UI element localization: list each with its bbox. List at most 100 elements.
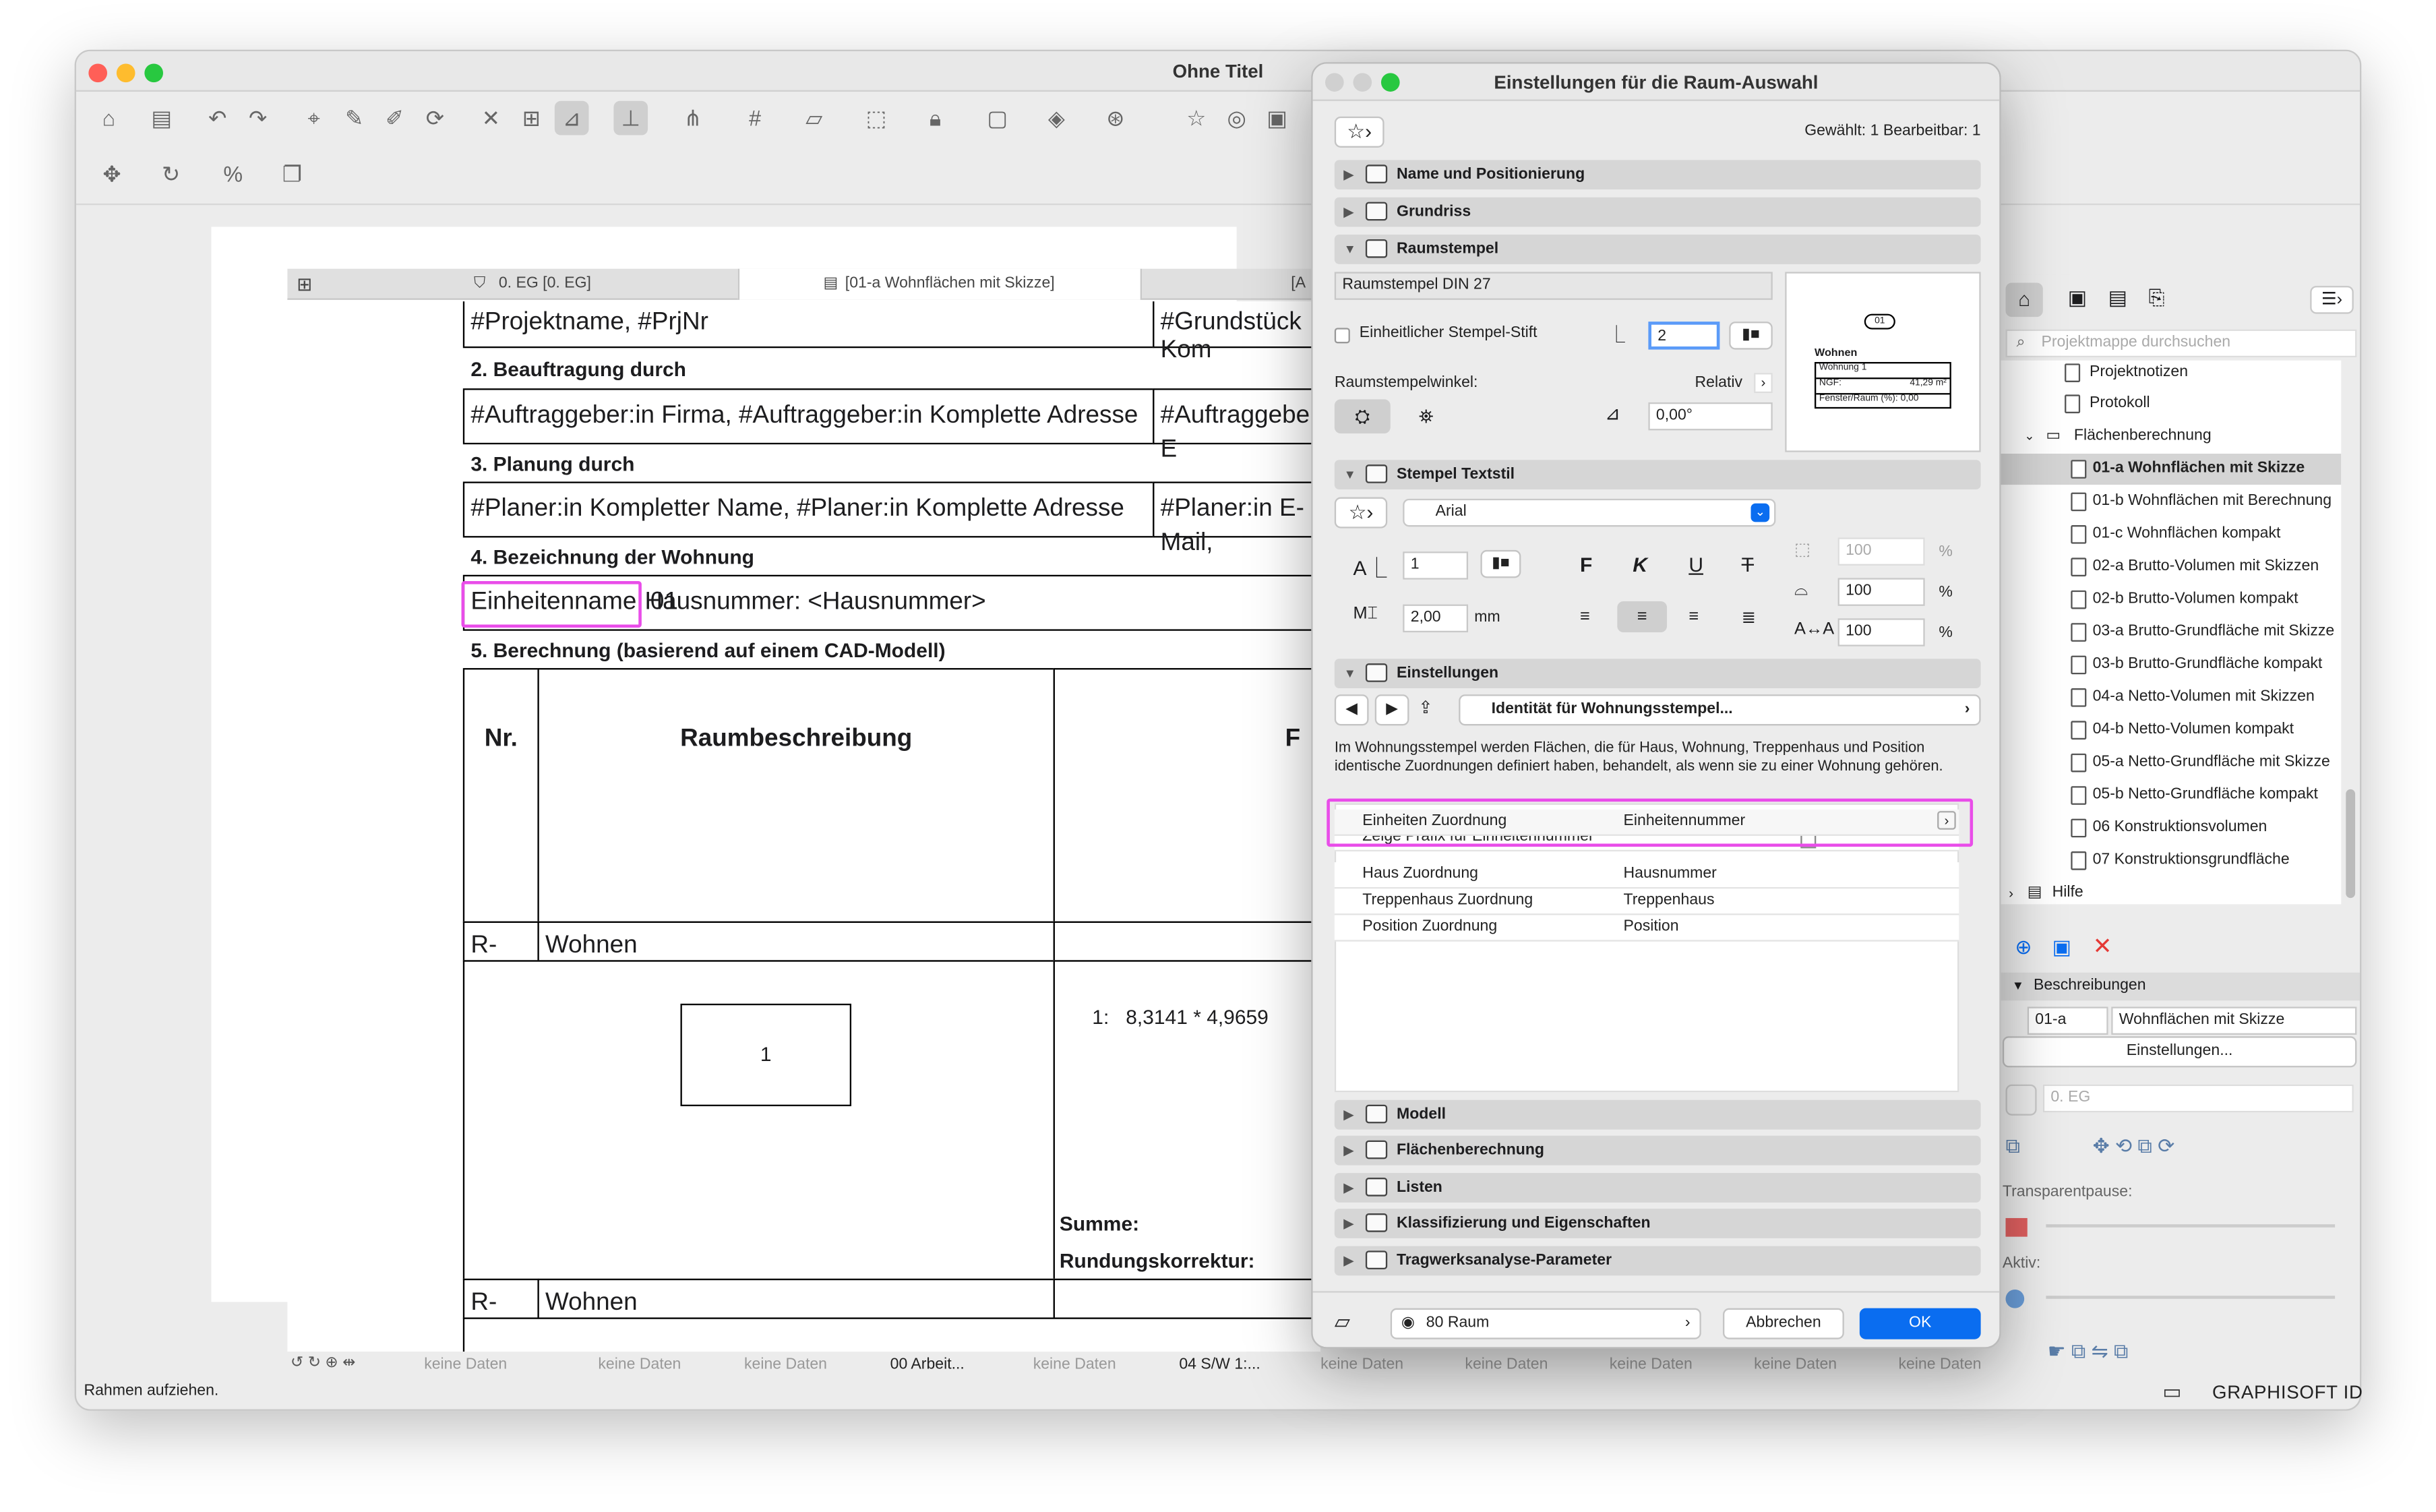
- graphic-override-icon[interactable]: ⊛: [1098, 101, 1132, 135]
- save-icon[interactable]: ▤: [144, 101, 179, 135]
- tree-item[interactable]: 03-a Brutto-Grundfläche mit Skizze: [1999, 617, 2341, 648]
- pen-color-button[interactable]: ▮■: [1729, 322, 1773, 350]
- layout-toggle-icon[interactable]: [2005, 1084, 2037, 1116]
- desc-id-field[interactable]: 01-a: [2027, 1006, 2108, 1035]
- bottom-tools-icon[interactable]: ☛ ⧉ ⇋ ⧉: [2048, 1339, 2129, 1364]
- lock-icon[interactable]: 🔒︎: [918, 101, 952, 135]
- angle-mode[interactable]: Relativ: [1695, 374, 1742, 391]
- tree-item[interactable]: 06 Konstruktionsvolumen: [1999, 812, 2341, 843]
- rotate-icon[interactable]: ⟳: [418, 101, 452, 135]
- 3d-view-icon[interactable]: ◎: [1219, 101, 1254, 135]
- slant-input[interactable]: 100: [1837, 537, 1925, 566]
- syringe-icon[interactable]: ✐: [377, 101, 412, 135]
- section-name-positioning[interactable]: ▶ Name und Positionierung: [1334, 160, 1981, 190]
- status-item[interactable]: 04 S/W 1:...: [1179, 1356, 1260, 1373]
- move-icon[interactable]: ✥: [95, 157, 129, 191]
- status-item[interactable]: keine Daten: [1465, 1356, 1548, 1373]
- tree-item[interactable]: 05-a Netto-Grundfläche mit Skizze: [1999, 748, 2341, 779]
- layer-icon[interactable]: ▢: [980, 101, 1014, 135]
- move-trace-icon[interactable]: ✥ ⟲ ⧉ ⟳: [2093, 1135, 2175, 1159]
- status-item[interactable]: keine Daten: [424, 1356, 507, 1373]
- story-field[interactable]: 0. EG: [2042, 1084, 2354, 1113]
- text-pen-input[interactable]: 1: [1403, 551, 1469, 580]
- desc-name-field[interactable]: Wohnflächen mit Skizze: [2111, 1006, 2357, 1035]
- pipette-icon[interactable]: ✎: [337, 101, 371, 135]
- chevron-right-icon[interactable]: ›: [2009, 878, 2013, 904]
- italic-button[interactable]: K: [1633, 553, 1647, 577]
- project-map-icon[interactable]: ⌂: [2005, 282, 2043, 317]
- tree-item[interactable]: 07 Konstruktionsgrundfläche: [1999, 845, 2341, 876]
- status-item[interactable]: keine Daten: [744, 1356, 827, 1373]
- prev-page-button[interactable]: ◀: [1334, 694, 1369, 726]
- section-modell[interactable]: ▶ Modell: [1334, 1099, 1981, 1130]
- tree-item[interactable]: 05-b Netto-Grundfläche kompakt: [1999, 780, 2341, 811]
- override-icon[interactable]: ◈: [1039, 101, 1074, 135]
- row-position[interactable]: Position Zuordnung Position: [1334, 915, 1959, 942]
- desc-header[interactable]: ▼ Beschreibungen: [1999, 972, 2360, 1001]
- width-input[interactable]: 100: [1837, 578, 1925, 606]
- layout-icon[interactable]: ▣: [1260, 101, 1294, 135]
- align-left-icon[interactable]: ≡: [1580, 607, 1590, 626]
- rotate-element-icon[interactable]: ↻: [154, 157, 188, 191]
- plane-icon[interactable]: ▱: [797, 101, 831, 135]
- status-item[interactable]: keine Daten: [1033, 1356, 1116, 1373]
- strike-button[interactable]: T: [1742, 553, 1754, 577]
- undo-icon[interactable]: ↶: [200, 101, 235, 135]
- home-icon[interactable]: ⌂: [92, 101, 126, 135]
- status-item[interactable]: keine Daten: [1320, 1356, 1403, 1373]
- textstyle-favorites-button[interactable]: ☆›: [1334, 497, 1388, 528]
- settings-view-icon[interactable]: ▣: [2052, 935, 2071, 960]
- grid-snap-icon[interactable]: ⊞: [514, 101, 549, 135]
- pen-input[interactable]: 2: [1648, 322, 1720, 350]
- desc-settings-button[interactable]: Einstellungen...: [2002, 1036, 2357, 1068]
- uniform-pen-checkbox[interactable]: [1334, 328, 1350, 344]
- add-view-icon[interactable]: ⊕: [2015, 935, 2032, 960]
- tree-folder[interactable]: › ▤ Hilfe: [1999, 878, 2341, 904]
- cancel-button[interactable]: Abbrechen: [1723, 1308, 1844, 1339]
- text-color-button[interactable]: ▮■: [1480, 549, 1521, 578]
- section-listen[interactable]: ▶ Listen: [1334, 1173, 1981, 1203]
- tree-item[interactable]: 02-b Brutto-Volumen kompakt: [1999, 584, 2341, 615]
- active-slider[interactable]: [2046, 1296, 2336, 1299]
- find-select-icon[interactable]: ⌖: [297, 101, 331, 135]
- align-right-icon[interactable]: ≡: [1688, 607, 1699, 626]
- gravity-icon[interactable]: ✕: [474, 101, 508, 135]
- view-map-icon[interactable]: ▣: [2068, 286, 2087, 311]
- layout-book-icon[interactable]: ▤: [2108, 286, 2127, 311]
- settings-page-select[interactable]: Identität für Wohnungsstempel... ›: [1459, 694, 1981, 726]
- marquee-icon[interactable]: ⬚: [859, 101, 894, 135]
- section-flaechen[interactable]: ▶ Flächenberechnung: [1334, 1135, 1981, 1166]
- section-tragwerk[interactable]: ▶ Tragwerksanalyse-Parameter: [1334, 1246, 1981, 1276]
- section-textstil[interactable]: ▼ Stempel Textstil: [1334, 460, 1981, 490]
- snap-points-icon[interactable]: ⋔: [676, 101, 710, 135]
- section-klassifizierung[interactable]: ▶ Klassifizierung und Eigenschaften: [1334, 1209, 1981, 1238]
- section-einstellungen[interactable]: ▼ Einstellungen: [1334, 659, 1981, 689]
- search-input[interactable]: ⌕ Projektmappe durchsuchen: [2005, 329, 2357, 358]
- tree-item[interactable]: 01-b Wohnflächen mit Berechnung: [1999, 486, 2341, 517]
- tree-folder[interactable]: ⌄ ▭ Flächenberechnung: [1999, 421, 2341, 452]
- favorites-icon[interactable]: ☆: [1179, 101, 1213, 135]
- tab-overview-icon[interactable]: ⊞: [297, 274, 312, 295]
- section-grundriss[interactable]: ▶ Grundriss: [1334, 197, 1981, 227]
- copy-icon[interactable]: ❐: [275, 157, 309, 191]
- underline-button[interactable]: U: [1688, 553, 1703, 577]
- status-item[interactable]: keine Daten: [598, 1356, 681, 1373]
- undo-zoom-icon[interactable]: ↺ ↻ ⊕ ⇹: [291, 1355, 355, 1372]
- tree-item[interactable]: Protokoll: [1999, 388, 2341, 419]
- delete-icon[interactable]: ✕: [2093, 932, 2112, 960]
- stamp-name-field[interactable]: Raumstempel DIN 27: [1334, 272, 1773, 300]
- tree-item[interactable]: 03-b Brutto-Grundfläche kompakt: [1999, 649, 2341, 680]
- status-item[interactable]: keine Daten: [1754, 1356, 1837, 1373]
- tab-floor-plan[interactable]: ⛉ 0. EG [0. EG]: [458, 269, 738, 300]
- section-raumstempel[interactable]: ▼ Raumstempel: [1334, 235, 1981, 264]
- chevron-down-icon[interactable]: ⌄: [2024, 421, 2034, 452]
- tree-item[interactable]: 02-a Brutto-Volumen mit Skizzen: [1999, 551, 2341, 582]
- palette-menu-icon[interactable]: ☰›: [2310, 286, 2354, 314]
- chevron-right-icon[interactable]: ›: [1754, 373, 1773, 394]
- scrollbar[interactable]: [2346, 789, 2356, 899]
- color-swatch[interactable]: [2005, 1217, 2028, 1237]
- graphisoft-id-button[interactable]: GRAPHISOFT ID: [2212, 1381, 2363, 1403]
- bold-button[interactable]: F: [1580, 553, 1592, 577]
- publisher-icon[interactable]: ⎘: [2149, 286, 2165, 311]
- status-item[interactable]: 00 Arbeit...: [890, 1356, 965, 1373]
